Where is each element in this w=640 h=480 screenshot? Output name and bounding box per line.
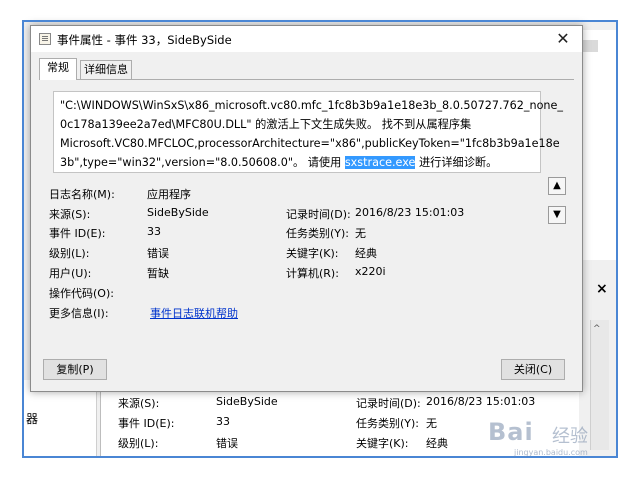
tab-general[interactable]: 常规	[39, 58, 77, 80]
watermark-brand: Bai	[488, 418, 534, 446]
screenshot-border	[22, 20, 618, 458]
watermark-suffix: 经验	[552, 426, 588, 447]
baidu-jingyan-watermark: Bai 经验 jingyan.baidu.com	[488, 418, 618, 457]
watermark-url: jingyan.baidu.com	[514, 448, 588, 457]
